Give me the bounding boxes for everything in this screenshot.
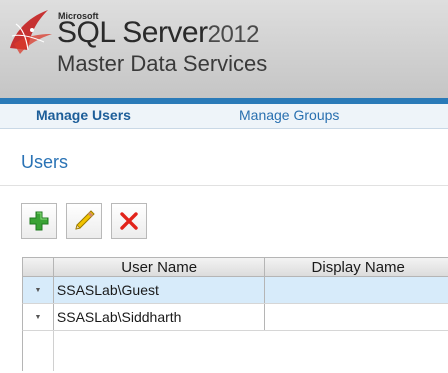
grid-empty-selector-column <box>23 331 54 371</box>
column-header-display-name[interactable]: Display Name <box>265 258 448 276</box>
row-expand-caret-icon[interactable]: ▼ <box>34 314 41 321</box>
row-selector[interactable]: ▼ <box>23 277 54 303</box>
table-row[interactable]: ▼ SSASLab\Siddharth <box>22 304 448 331</box>
product-name: SQL Server2012 <box>57 16 260 50</box>
grid-empty-area <box>22 331 448 371</box>
edit-user-button[interactable] <box>66 203 102 239</box>
grid-header-selector <box>23 258 54 276</box>
column-header-user-name[interactable]: User Name <box>54 258 266 276</box>
table-row[interactable]: ▼ SSASLab\Guest <box>22 277 448 304</box>
tab-manage-groups[interactable]: Manage Groups <box>239 107 339 123</box>
pencil-icon <box>75 210 95 230</box>
product-subtitle: Master Data Services <box>57 51 268 76</box>
users-grid: User Name Display Name ▼ SSASLab\Guest ▼… <box>22 257 448 371</box>
user-name-cell[interactable]: SSASLab\Siddharth <box>54 304 266 330</box>
product-year: 2012 <box>207 21 260 48</box>
nav-tab-bar: Manage Users Manage Groups <box>0 104 448 129</box>
row-expand-caret-icon[interactable]: ▼ <box>34 287 41 294</box>
display-name-cell[interactable] <box>265 277 448 303</box>
user-name-cell[interactable]: SSASLab\Guest <box>54 277 266 303</box>
row-selector[interactable]: ▼ <box>23 304 54 330</box>
title-divider <box>0 185 448 186</box>
sql-server-logo-icon <box>10 10 52 54</box>
header-banner: Microsoft SQL Server2012 Master Data Ser… <box>0 0 448 98</box>
delete-icon <box>120 212 138 230</box>
add-icon <box>29 211 49 231</box>
display-name-cell[interactable] <box>265 304 448 330</box>
product-name-text: SQL Server <box>57 16 208 49</box>
add-user-button[interactable] <box>21 203 57 239</box>
tab-manage-users[interactable]: Manage Users <box>36 107 131 123</box>
grid-header: User Name Display Name <box>22 257 448 277</box>
page-title: Users <box>21 152 69 172</box>
delete-user-button[interactable] <box>111 203 147 239</box>
